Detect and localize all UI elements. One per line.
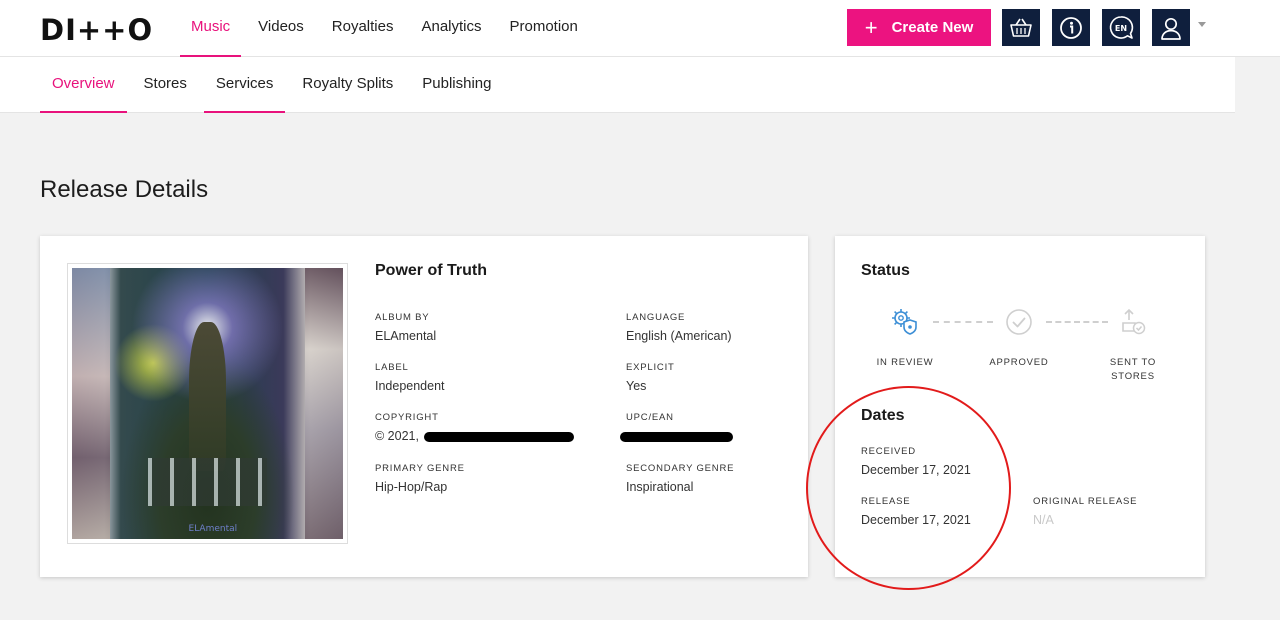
tab-stores[interactable]: Stores <box>132 57 199 113</box>
field-album-by: ALBUM BY ELAmental <box>375 312 436 343</box>
sub-nav: Overview Stores Services Royalty Splits … <box>40 57 509 113</box>
nav-analytics[interactable]: Analytics <box>410 0 492 57</box>
plus-icon: + <box>864 14 878 40</box>
field-value: Inspirational <box>626 480 694 494</box>
top-navigation-bar: DI++O Music Videos Royalties Analytics P… <box>0 0 1280 57</box>
field-value: Hip-Hop/Rap <box>375 480 448 494</box>
dates-title: Dates <box>861 407 905 424</box>
artwork-signature: ELAmental <box>188 523 238 534</box>
field-label: PRIMARY GENRE <box>375 463 465 474</box>
field-primary-genre: PRIMARY GENRE Hip-Hop/Rap <box>375 463 465 494</box>
info-button[interactable] <box>1052 9 1090 46</box>
tab-royalty-splits[interactable]: Royalty Splits <box>290 57 405 113</box>
basket-icon <box>1010 18 1032 37</box>
copyright-value: © 2021, <box>375 429 419 443</box>
field-value: English (American) <box>626 329 732 343</box>
status-step-in-review: IN REVIEW <box>865 307 945 370</box>
field-label: ORIGINAL RELEASE <box>1033 496 1138 507</box>
field-label: RECEIVED <box>861 446 916 457</box>
account-menu-chevron-down-icon[interactable] <box>1198 22 1206 27</box>
release-sub-navigation: Overview Stores Services Royalty Splits … <box>0 57 1235 113</box>
status-step-label: SENT TO STORES <box>1109 357 1157 382</box>
account-button[interactable] <box>1152 9 1190 46</box>
release-details-card: ELAmental Power of Truth ALBUM BY ELAmen… <box>40 236 808 577</box>
field-label: COPYRIGHT <box>375 412 439 423</box>
language-code: EN <box>1115 24 1127 33</box>
nav-music[interactable]: Music <box>180 0 242 57</box>
gears-shield-icon <box>892 309 917 335</box>
field-value-row <box>620 429 733 443</box>
redaction-mark <box>424 431 575 442</box>
field-upc: UPC/EAN <box>620 412 733 443</box>
field-label: UPC/EAN <box>626 412 674 423</box>
tab-publishing[interactable]: Publishing <box>410 57 503 113</box>
nav-royalties[interactable]: Royalties <box>321 0 405 57</box>
field-label: LANGUAGE <box>626 312 686 323</box>
status-title: Status <box>861 262 910 279</box>
nav-promotion[interactable]: Promotion <box>499 0 589 57</box>
user-icon <box>1161 17 1181 40</box>
field-label: ALBUM BY <box>375 312 430 323</box>
date-original-release: ORIGINAL RELEASE N/A <box>1033 496 1137 527</box>
nav-videos[interactable]: Videos <box>247 0 315 57</box>
release-title: Power of Truth <box>375 262 487 279</box>
field-copyright: COPYRIGHT © 2021, <box>375 412 575 443</box>
language-en-icon: EN <box>1109 15 1134 39</box>
create-new-button[interactable]: + Create New <box>847 9 991 46</box>
status-step-label: APPROVED <box>989 357 1049 368</box>
status-step-sent-to-stores: SENT TO STORES <box>1093 307 1173 384</box>
field-language: LANGUAGE English (American) <box>626 312 732 343</box>
status-step-label: IN REVIEW <box>876 357 934 368</box>
field-label: LABEL <box>375 362 409 373</box>
ditto-logo[interactable]: DI++O <box>40 13 153 47</box>
field-value: ELAmental <box>375 329 437 343</box>
page-title: Release Details <box>40 176 209 203</box>
date-release: RELEASE December 17, 2021 <box>861 496 971 527</box>
date-received: RECEIVED December 17, 2021 <box>861 446 971 477</box>
main-nav: Music Videos Royalties Analytics Promoti… <box>180 0 595 57</box>
field-secondary-genre: SECONDARY GENRE Inspirational <box>626 463 734 494</box>
album-artwork[interactable]: ELAmental <box>67 263 348 544</box>
tab-overview[interactable]: Overview <box>40 57 127 113</box>
field-label: SECONDARY GENRE <box>626 463 735 474</box>
field-explicit: EXPLICIT Yes <box>626 362 675 393</box>
field-value: December 17, 2021 <box>861 463 971 477</box>
field-value-row: © 2021, <box>375 429 575 443</box>
send-to-stores-icon <box>1122 308 1146 335</box>
check-circle-icon <box>1006 309 1032 335</box>
field-value: Independent <box>375 379 445 393</box>
field-label: RELEASE <box>861 496 911 507</box>
field-value: Yes <box>626 379 647 393</box>
field-value: December 17, 2021 <box>861 513 971 527</box>
status-card: Status IN REVIEW APPROVED SENT TO STORES… <box>835 236 1205 577</box>
redaction-mark <box>620 431 733 442</box>
basket-button[interactable] <box>1002 9 1040 46</box>
field-label-name: LABEL Independent <box>375 362 445 393</box>
create-new-label: Create New <box>891 19 974 36</box>
language-button[interactable]: EN <box>1102 9 1140 46</box>
album-artwork-image: ELAmental <box>72 268 343 539</box>
field-value: N/A <box>1033 513 1054 527</box>
status-step-approved: APPROVED <box>979 307 1059 370</box>
info-icon <box>1060 16 1082 39</box>
tab-services[interactable]: Services <box>203 57 286 113</box>
field-label: EXPLICIT <box>626 362 675 373</box>
